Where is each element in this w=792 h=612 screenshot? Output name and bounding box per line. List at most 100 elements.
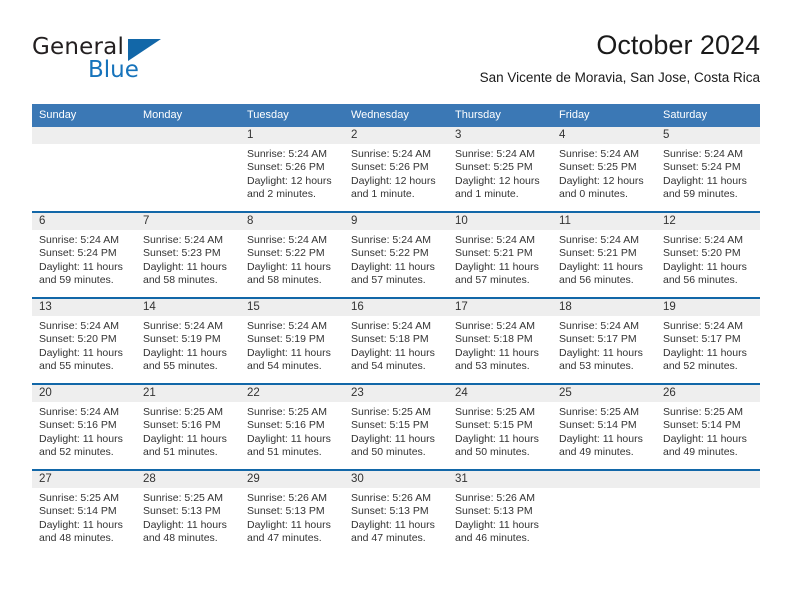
sunset-text: Sunset: 5:19 PM — [143, 333, 221, 346]
sunrise-text: Sunrise: 5:25 AM — [559, 406, 639, 418]
calendar-day-cell[interactable]: 28 Sunrise: 5:25 AM Sunset: 5:13 PM Dayligh… — [136, 469, 240, 555]
calendar-day-cell[interactable]: 22 Sunrise: 5:25 AM Sunset: 5:16 PM Dayligh… — [240, 383, 344, 470]
weekday-header-wednesday: Wednesday — [344, 104, 448, 127]
calendar-day-cell[interactable]: 16 Sunrise: 5:24 AM Sunset: 5:18 PM Dayligh… — [344, 297, 448, 384]
sunrise-sunset-calendar: Sunday Monday Tuesday Wednesday Thursday Frid… — [32, 104, 760, 555]
day-number: 29 — [240, 471, 344, 488]
daylight-text: Daylight: 12 hours and 2 minutes. — [247, 174, 332, 201]
day-details: Sunrise: 5:25 AM Sunset: 5:16 PM Daylight:… — [136, 402, 240, 460]
day-details: Sunrise: 5:24 AM Sunset: 5:21 PM Daylight:… — [552, 230, 656, 288]
day-details: Sunrise: 5:24 AM Sunset: 5:21 PM Daylight:… — [448, 230, 552, 288]
day-number: 23 — [344, 385, 448, 402]
title-block: October 2024 San Vicente de Moravia, San… — [480, 28, 760, 87]
sunrise-text: Sunrise: 5:26 AM — [455, 492, 535, 504]
daylight-text: Daylight: 11 hours and 52 minutes. — [663, 346, 747, 373]
weekday-header-thursday: Thursday — [448, 104, 552, 127]
sunset-text: Sunset: 5:22 PM — [247, 247, 325, 260]
sunrise-text: Sunrise: 5:24 AM — [663, 148, 743, 160]
day-details: Sunrise: 5:25 AM Sunset: 5:15 PM Daylight:… — [448, 402, 552, 460]
calendar-day-cell[interactable]: 24 Sunrise: 5:25 AM Sunset: 5:15 PM Dayligh… — [448, 383, 552, 470]
calendar-day-cell[interactable]: 26 Sunrise: 5:25 AM Sunset: 5:14 PM Dayligh… — [656, 383, 760, 470]
weekday-header-sunday: Sunday — [32, 104, 136, 127]
day-number: 30 — [344, 471, 448, 488]
sunrise-text: Sunrise: 5:24 AM — [247, 234, 327, 246]
sunset-text: Sunset: 5:17 PM — [663, 333, 741, 346]
calendar-day-cell-empty — [32, 127, 136, 212]
calendar-body: 1 Sunrise: 5:24 AM Sunset: 5:26 PM Daylight… — [32, 127, 760, 555]
sunrise-text: Sunrise: 5:24 AM — [351, 320, 431, 332]
day-details: Sunrise: 5:24 AM Sunset: 5:25 PM Daylight:… — [552, 144, 656, 202]
day-details: Sunrise: 5:24 AM Sunset: 5:20 PM Daylight:… — [32, 316, 136, 374]
day-details: Sunrise: 5:24 AM Sunset: 5:17 PM Daylight:… — [552, 316, 656, 374]
calendar-day-cell[interactable]: 27 Sunrise: 5:25 AM Sunset: 5:14 PM Dayligh… — [32, 469, 136, 555]
day-details: Sunrise: 5:24 AM Sunset: 5:17 PM Daylight:… — [656, 316, 760, 374]
day-number: 25 — [552, 385, 656, 402]
daylight-text: Daylight: 11 hours and 47 minutes. — [351, 518, 435, 545]
day-number: 21 — [136, 385, 240, 402]
page-title: October 2024 — [596, 30, 760, 60]
sunrise-text: Sunrise: 5:25 AM — [143, 492, 223, 504]
daylight-text: Daylight: 11 hours and 57 minutes. — [455, 260, 539, 287]
calendar-day-cell[interactable]: 6 Sunrise: 5:24 AM Sunset: 5:24 PM Daylight… — [32, 211, 136, 298]
day-number: 5 — [656, 127, 760, 144]
day-number: 1 — [240, 127, 344, 144]
sunrise-text: Sunrise: 5:24 AM — [663, 320, 743, 332]
day-number: 12 — [656, 213, 760, 230]
sunrise-text: Sunrise: 5:25 AM — [351, 406, 431, 418]
calendar-day-cell[interactable]: 20 Sunrise: 5:24 AM Sunset: 5:16 PM Dayligh… — [32, 383, 136, 470]
calendar-day-cell[interactable]: 23 Sunrise: 5:25 AM Sunset: 5:15 PM Dayligh… — [344, 383, 448, 470]
sunset-text: Sunset: 5:14 PM — [663, 419, 741, 432]
weekday-header-friday: Friday — [552, 104, 656, 127]
sunset-text: Sunset: 5:20 PM — [663, 247, 741, 260]
daylight-text: Daylight: 11 hours and 49 minutes. — [663, 432, 747, 459]
daylight-text: Daylight: 11 hours and 48 minutes. — [39, 518, 123, 545]
sunset-text: Sunset: 5:18 PM — [455, 333, 533, 346]
day-number: 15 — [240, 299, 344, 316]
daylight-text: Daylight: 11 hours and 56 minutes. — [663, 260, 747, 287]
calendar-day-cell[interactable]: 19 Sunrise: 5:24 AM Sunset: 5:17 PM Dayligh… — [656, 297, 760, 384]
daylight-text: Daylight: 11 hours and 54 minutes. — [351, 346, 435, 373]
daylight-text: Daylight: 12 hours and 1 minute. — [351, 174, 436, 201]
daylight-text: Daylight: 11 hours and 53 minutes. — [455, 346, 539, 373]
day-details: Sunrise: 5:25 AM Sunset: 5:14 PM Daylight:… — [656, 402, 760, 460]
calendar-day-cell[interactable]: 25 Sunrise: 5:25 AM Sunset: 5:14 PM Dayligh… — [552, 383, 656, 470]
sunset-text: Sunset: 5:24 PM — [39, 247, 117, 260]
calendar-day-cell[interactable]: 31 Sunrise: 5:26 AM Sunset: 5:13 PM Dayligh… — [448, 469, 552, 555]
sunrise-text: Sunrise: 5:24 AM — [39, 320, 119, 332]
day-number: 26 — [656, 385, 760, 402]
calendar-day-cell[interactable]: 4 Sunrise: 5:24 AM Sunset: 5:25 PM Daylight… — [552, 127, 656, 212]
calendar-day-cell[interactable]: 5 Sunrise: 5:24 AM Sunset: 5:24 PM Daylight… — [656, 127, 760, 212]
calendar-day-cell[interactable]: 13 Sunrise: 5:24 AM Sunset: 5:20 PM Dayligh… — [32, 297, 136, 384]
day-number: 20 — [32, 385, 136, 402]
calendar-day-cell[interactable]: 2 Sunrise: 5:24 AM Sunset: 5:26 PM Daylight… — [344, 127, 448, 212]
calendar-day-cell[interactable]: 7 Sunrise: 5:24 AM Sunset: 5:23 PM Daylight… — [136, 211, 240, 298]
daylight-text: Daylight: 11 hours and 51 minutes. — [143, 432, 227, 459]
calendar-day-cell[interactable]: 1 Sunrise: 5:24 AM Sunset: 5:26 PM Daylight… — [240, 127, 344, 212]
calendar-day-cell[interactable]: 14 Sunrise: 5:24 AM Sunset: 5:19 PM Dayligh… — [136, 297, 240, 384]
calendar-day-cell[interactable]: 10 Sunrise: 5:24 AM Sunset: 5:21 PM Dayligh… — [448, 211, 552, 298]
day-number: 14 — [136, 299, 240, 316]
calendar-day-cell[interactable]: 30 Sunrise: 5:26 AM Sunset: 5:13 PM Dayligh… — [344, 469, 448, 555]
calendar-day-cell[interactable]: 11 Sunrise: 5:24 AM Sunset: 5:21 PM Dayligh… — [552, 211, 656, 298]
day-number — [552, 471, 656, 488]
calendar-day-cell[interactable]: 12 Sunrise: 5:24 AM Sunset: 5:20 PM Dayligh… — [656, 211, 760, 298]
daylight-text: Daylight: 11 hours and 59 minutes. — [663, 174, 747, 201]
daylight-text: Daylight: 11 hours and 53 minutes. — [559, 346, 643, 373]
sunrise-text: Sunrise: 5:25 AM — [143, 406, 223, 418]
calendar-day-cell[interactable]: 29 Sunrise: 5:26 AM Sunset: 5:13 PM Dayligh… — [240, 469, 344, 555]
daylight-text: Daylight: 11 hours and 52 minutes. — [39, 432, 123, 459]
calendar-day-cell[interactable]: 17 Sunrise: 5:24 AM Sunset: 5:18 PM Dayligh… — [448, 297, 552, 384]
sunset-text: Sunset: 5:21 PM — [455, 247, 533, 260]
calendar-day-cell[interactable]: 15 Sunrise: 5:24 AM Sunset: 5:19 PM Dayligh… — [240, 297, 344, 384]
daylight-text: Daylight: 11 hours and 57 minutes. — [351, 260, 435, 287]
daylight-text: Daylight: 11 hours and 58 minutes. — [247, 260, 331, 287]
calendar-day-cell[interactable]: 8 Sunrise: 5:24 AM Sunset: 5:22 PM Daylight… — [240, 211, 344, 298]
sunset-text: Sunset: 5:19 PM — [247, 333, 325, 346]
sunset-text: Sunset: 5:21 PM — [559, 247, 637, 260]
calendar-day-cell[interactable]: 21 Sunrise: 5:25 AM Sunset: 5:16 PM Dayligh… — [136, 383, 240, 470]
calendar-day-cell[interactable]: 3 Sunrise: 5:24 AM Sunset: 5:25 PM Daylight… — [448, 127, 552, 212]
day-details: Sunrise: 5:24 AM Sunset: 5:24 PM Daylight:… — [656, 144, 760, 202]
day-number: 4 — [552, 127, 656, 144]
calendar-day-cell[interactable]: 9 Sunrise: 5:24 AM Sunset: 5:22 PM Daylight… — [344, 211, 448, 298]
calendar-day-cell[interactable]: 18 Sunrise: 5:24 AM Sunset: 5:17 PM Dayligh… — [552, 297, 656, 384]
